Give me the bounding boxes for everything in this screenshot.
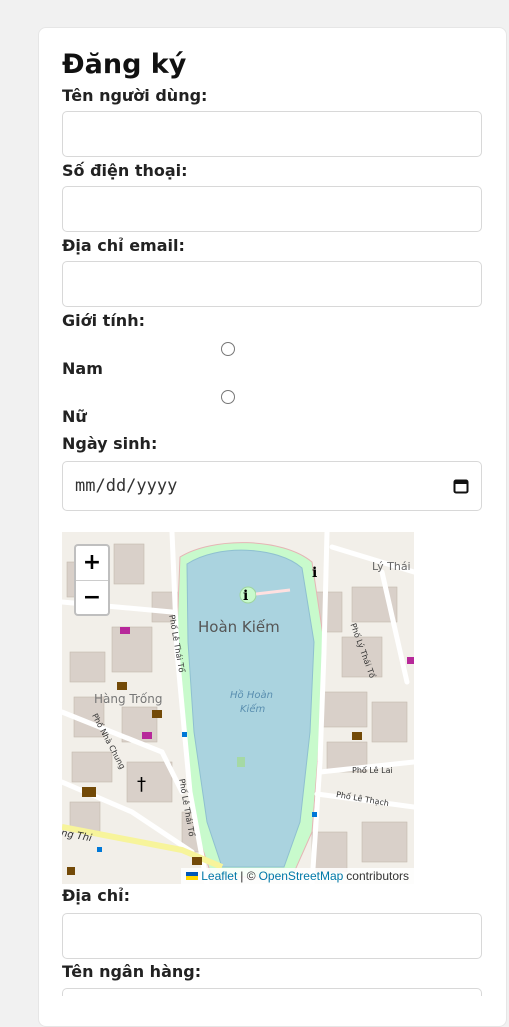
page-title: Đăng ký (62, 49, 187, 80)
birthdate-placeholder: mm/dd/yyyy (75, 476, 178, 496)
map-label-ly-thai: Lý Thái (372, 560, 411, 573)
map-label-hang-trong: Hàng Trống (94, 692, 163, 706)
osm-link[interactable]: OpenStreetMap (259, 869, 344, 883)
gender-radio-male[interactable] (221, 342, 235, 356)
birthdate-input[interactable]: mm/dd/yyyy (62, 461, 482, 511)
username-input[interactable] (62, 111, 482, 157)
calendar-icon[interactable] (453, 478, 469, 494)
phone-input[interactable] (62, 186, 482, 232)
map-label-lake-1: Hồ Hoàn (230, 690, 273, 701)
map-attribution: Leaflet | © OpenStreetMap contributors (181, 868, 414, 884)
svg-text:i: i (312, 565, 317, 581)
zoom-out-button[interactable]: − (76, 581, 108, 615)
username-label: Tên người dùng: (62, 86, 208, 105)
gender-radio-female[interactable] (221, 390, 235, 404)
zoom-in-button[interactable]: + (76, 546, 108, 581)
address-input[interactable] (62, 913, 482, 959)
bank-input[interactable] (62, 988, 482, 996)
attribution-contributors: contributors (346, 869, 409, 883)
address-label: Địa chỉ: (62, 886, 131, 905)
gender-option-female: Nữ (62, 407, 87, 426)
map-label-hoan-kiem: Hoàn Kiếm (198, 618, 280, 636)
map-tiles[interactable]: † i i (62, 532, 414, 884)
svg-text:†: † (137, 774, 146, 795)
gender-option-male: Nam (62, 359, 103, 378)
bank-label: Tên ngân hàng: (62, 962, 202, 981)
email-input[interactable] (62, 261, 482, 307)
location-map[interactable]: † i i Hoàn Kiếm Hồ Hoàn Kiếm Hàng Trống … (62, 532, 414, 884)
map-zoom-control: + − (74, 544, 110, 616)
attribution-separator: | © (240, 869, 256, 883)
leaflet-link[interactable]: Leaflet (201, 869, 237, 883)
svg-text:i: i (243, 588, 248, 604)
phone-label: Số điện thoại: (62, 161, 188, 180)
email-label: Địa chỉ email: (62, 236, 185, 255)
map-label-lake-2: Kiếm (240, 704, 266, 715)
gender-label: Giới tính: (62, 311, 145, 330)
ukraine-flag-icon (186, 872, 199, 880)
map-label-le-lai: Phố Lê Lai (352, 766, 393, 775)
birthdate-label: Ngày sinh: (62, 434, 158, 453)
